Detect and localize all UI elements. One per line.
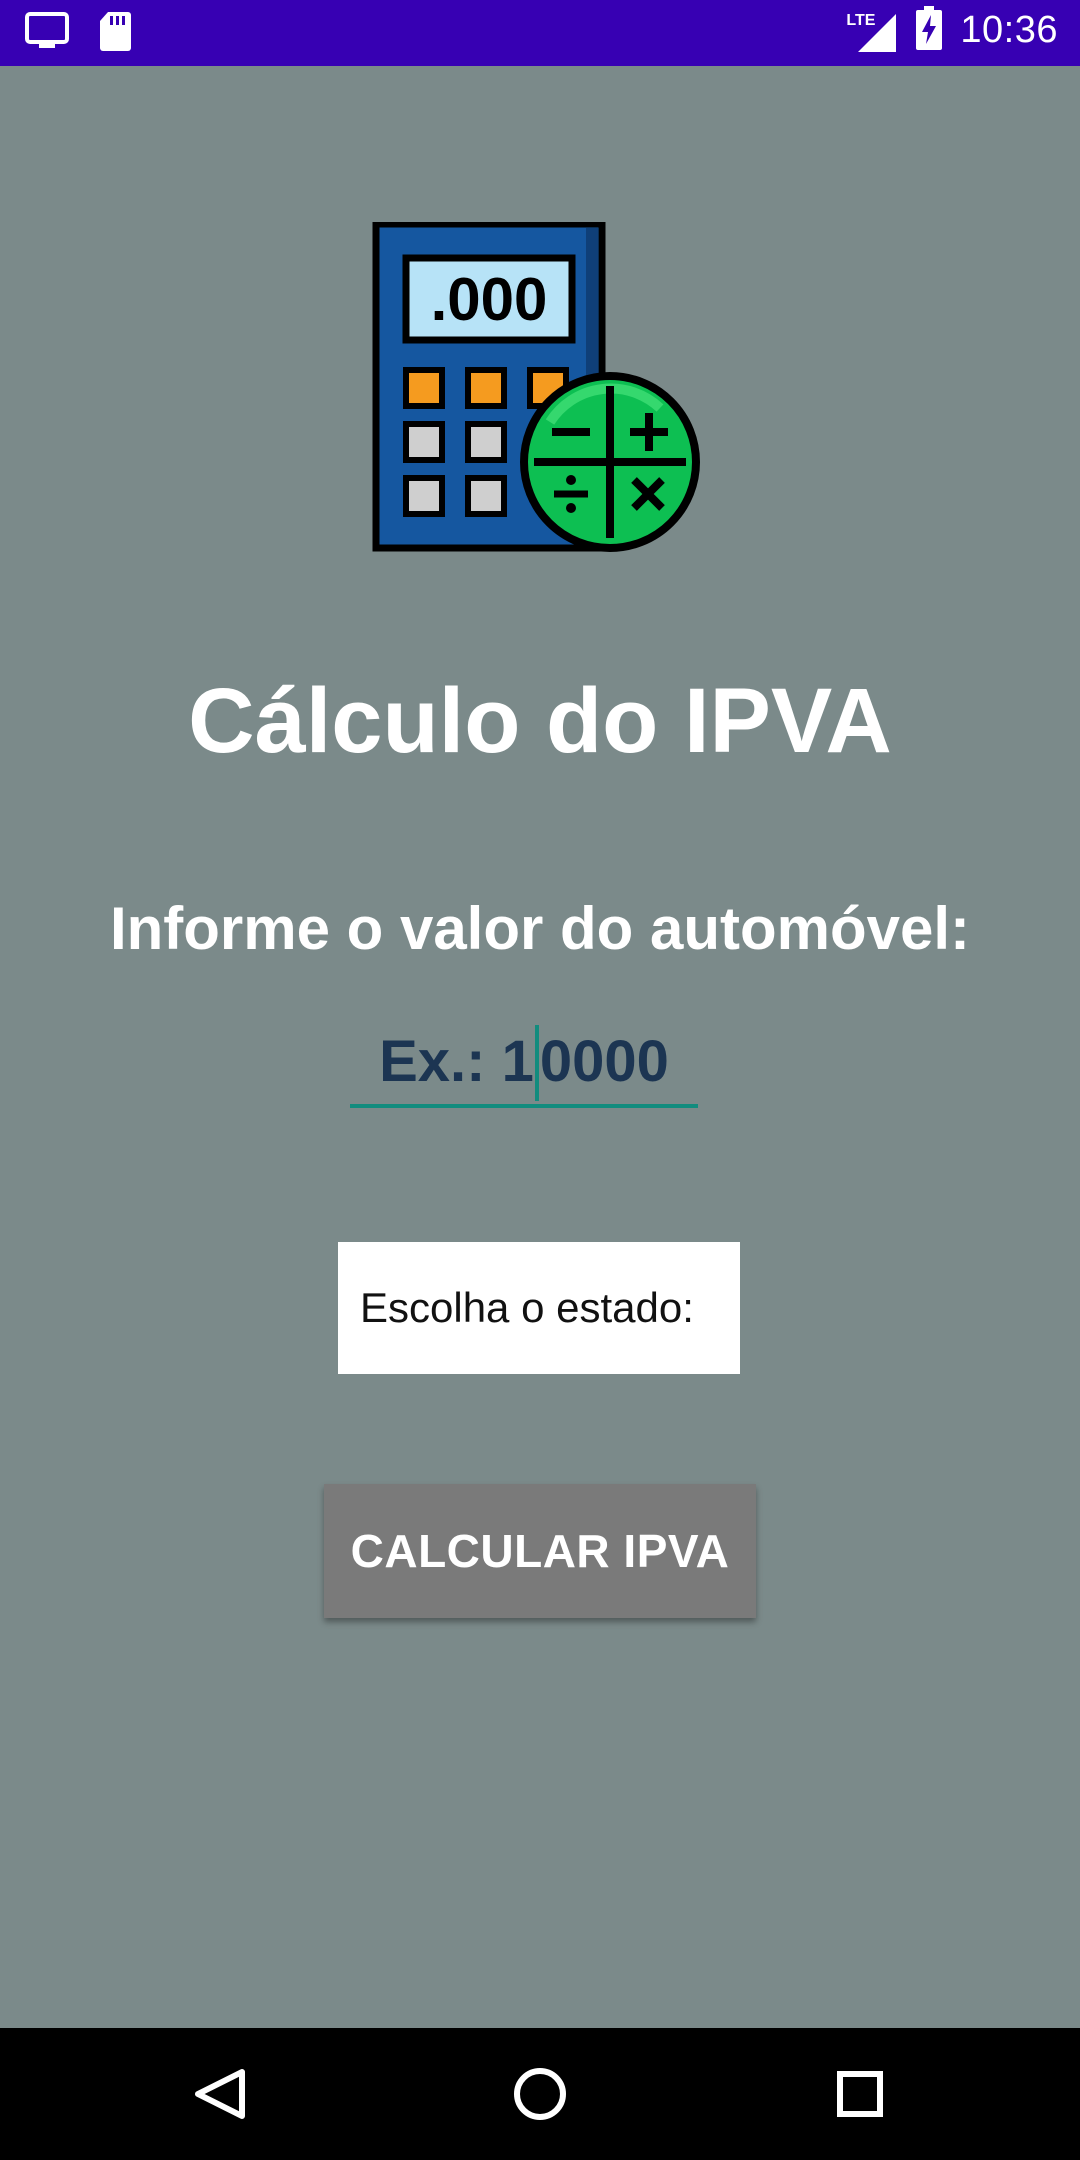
- cast-screen-icon: [24, 11, 70, 56]
- back-icon[interactable]: [190, 2064, 250, 2124]
- input-text-before-cursor: Ex.: 1: [379, 1029, 534, 1094]
- calculate-ipva-button[interactable]: CALCULAR IPVA: [324, 1484, 756, 1618]
- sd-card-icon: [98, 10, 132, 57]
- calculator-icon: .000: [372, 220, 708, 558]
- state-select[interactable]: Escolha o estado:: [338, 1242, 740, 1374]
- vehicle-value-input[interactable]: Ex.: 1 0000: [350, 1016, 698, 1108]
- main-content: .000 Cálculo do IPVA Informe o valor do …: [0, 66, 1080, 2028]
- svg-text:.000: .000: [431, 266, 548, 333]
- network-label: LTE: [846, 11, 876, 29]
- input-text-after-cursor: 0000: [539, 1029, 669, 1094]
- battery-charging-icon: [916, 6, 943, 55]
- status-time: 10:36: [960, 9, 1058, 51]
- navigation-bar: [0, 2028, 1080, 2160]
- page-title: Cálculo do IPVA: [188, 670, 892, 772]
- recents-icon[interactable]: [830, 2064, 890, 2124]
- status-right-icons: LTE 10:36: [846, 6, 1058, 55]
- lte-signal-icon: LTE: [846, 8, 898, 54]
- text-cursor: [534, 1024, 539, 1101]
- state-select-label: Escolha o estado:: [360, 1284, 694, 1331]
- status-left-icons: [24, 10, 132, 57]
- status-bar: LTE 10:36: [0, 0, 1080, 66]
- value-prompt-label: Informe o valor do automóvel:: [109, 895, 971, 962]
- home-icon[interactable]: [510, 2064, 570, 2124]
